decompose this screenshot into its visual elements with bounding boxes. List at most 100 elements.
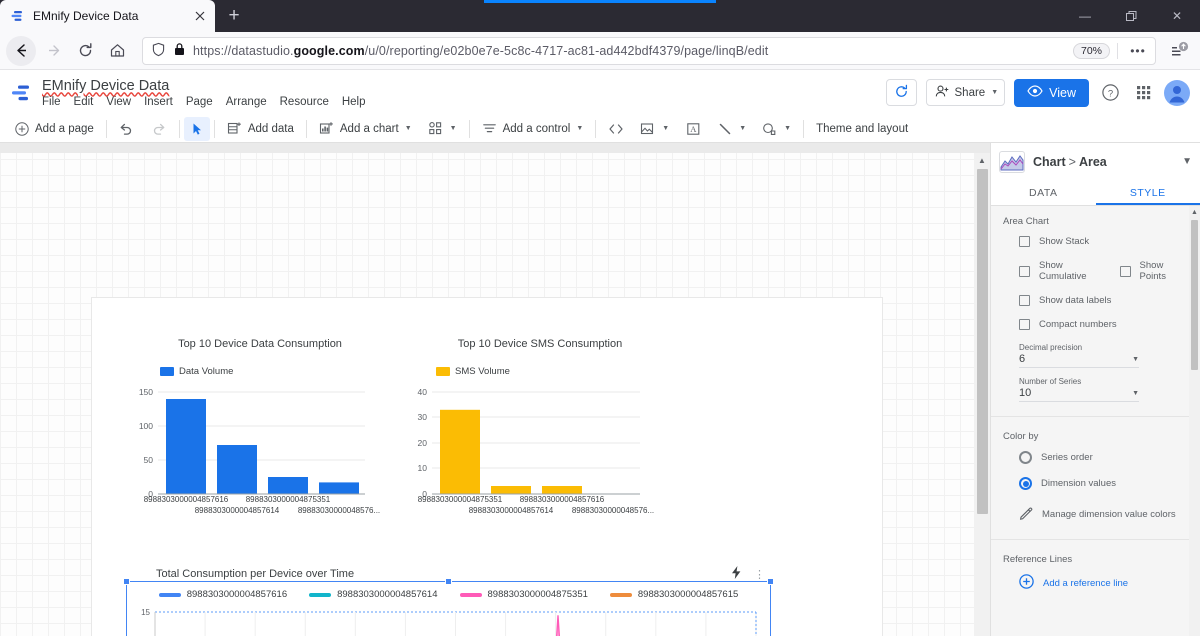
canvas-scrollbar[interactable]: ▲: [974, 153, 990, 636]
option-show-data-labels[interactable]: Show data labels: [1019, 295, 1188, 306]
field-decimal-precision[interactable]: Decimal precision 6 ▼: [1019, 343, 1139, 368]
menu-help[interactable]: Help: [342, 96, 366, 108]
properties-scroll-thumb[interactable]: [1191, 220, 1198, 370]
manage-dimension-colors-button[interactable]: Manage dimension value colors: [1019, 506, 1188, 523]
checkbox-show-stack[interactable]: [1019, 236, 1030, 247]
option-compact-numbers[interactable]: Compact numbers: [1019, 319, 1188, 330]
chevron-down-icon[interactable]: ▼: [784, 125, 791, 132]
menu-resource[interactable]: Resource: [280, 96, 329, 108]
chevron-down-icon[interactable]: ▼: [739, 125, 746, 132]
menu-page[interactable]: Page: [186, 96, 213, 108]
select-tool-button[interactable]: [183, 116, 210, 141]
chevron-down-icon[interactable]: ▼: [662, 125, 669, 132]
back-icon[interactable]: [6, 35, 36, 66]
checkbox-compact-numbers[interactable]: [1019, 319, 1030, 330]
help-icon[interactable]: ?: [1098, 81, 1122, 105]
menu-insert[interactable]: Insert: [144, 96, 173, 108]
menu-edit[interactable]: Edit: [74, 96, 94, 108]
menu-file[interactable]: File: [42, 96, 61, 108]
section-title: Area Chart: [1003, 216, 1049, 227]
chevron-down-icon[interactable]: ▼: [1132, 356, 1139, 363]
selection-box[interactable]: 8988303000004857616 8988303000004857614 …: [123, 578, 774, 636]
new-tab-button[interactable]: +: [219, 2, 249, 30]
add-chart-button[interactable]: Add a chart ▼: [311, 117, 420, 141]
maximize-icon[interactable]: [1108, 0, 1154, 32]
chevron-down-icon[interactable]: ▼: [991, 89, 998, 96]
properties-body[interactable]: Area Chart Show Stack Show Cumulative Sh…: [991, 206, 1200, 636]
chevron-down-icon[interactable]: ▼: [405, 125, 412, 132]
undo-button[interactable]: [111, 117, 143, 141]
scroll-up-icon[interactable]: ▲: [974, 153, 990, 167]
minimize-icon[interactable]: —: [1062, 0, 1108, 32]
address-bar[interactable]: https://datastudio.google.com/u/0/report…: [142, 36, 1156, 65]
apps-grid-icon[interactable]: [1131, 81, 1155, 105]
properties-scrollbar[interactable]: ▲: [1189, 206, 1200, 636]
tracking-shield-icon[interactable]: [151, 42, 166, 60]
resize-handle-n[interactable]: [444, 578, 452, 585]
add-page-button[interactable]: Add a page: [6, 117, 102, 141]
lightning-bolt-icon[interactable]: [731, 566, 742, 582]
chart-data-consumption[interactable]: Top 10 Device Data Consumption Data Volu…: [110, 338, 410, 533]
more-options-icon[interactable]: ⋮: [754, 568, 765, 581]
legend-item-3[interactable]: 8988303000004857615: [609, 589, 739, 600]
insert-image-button[interactable]: ▼: [632, 117, 677, 141]
insert-text-button[interactable]: A: [677, 117, 709, 141]
insert-shape-button[interactable]: ▼: [754, 117, 799, 141]
refresh-button[interactable]: [885, 79, 917, 106]
home-icon[interactable]: [102, 36, 132, 66]
window-close-icon[interactable]: ✕: [1154, 0, 1200, 32]
legend-item-1[interactable]: 8988303000004857614: [309, 589, 438, 600]
forward-icon[interactable]: [38, 36, 68, 66]
radio-series-order[interactable]: Series order: [1019, 451, 1188, 464]
add-control-button[interactable]: Add a control ▼: [474, 117, 592, 141]
code-brackets-icon: [608, 121, 624, 137]
chart-total-consumption[interactable]: Total Consumption per Device over Time ⋮: [123, 563, 774, 636]
checkbox-show-data-labels[interactable]: [1019, 295, 1030, 306]
radio-icon-selected[interactable]: [1019, 477, 1032, 490]
report-page[interactable]: Top 10 Device Data Consumption Data Volu…: [92, 298, 882, 636]
checkbox-show-cumulative[interactable]: [1019, 265, 1030, 277]
add-reference-line-button[interactable]: Add a reference line: [1019, 574, 1188, 592]
scroll-up-icon[interactable]: ▲: [1189, 206, 1200, 219]
menu-view[interactable]: View: [106, 96, 131, 108]
canvas-scroll-thumb[interactable]: [977, 169, 988, 514]
tab-style[interactable]: STYLE: [1096, 180, 1200, 205]
lock-icon[interactable]: [173, 42, 186, 59]
xtick-1: 8988303000004857614: [469, 506, 554, 515]
insert-line-button[interactable]: ▼: [709, 117, 754, 141]
checkbox-show-points[interactable]: [1119, 265, 1131, 277]
radio-icon[interactable]: [1019, 451, 1032, 464]
url-text[interactable]: https://datastudio.google.com/u/0/report…: [193, 44, 1066, 58]
page-actions-icon[interactable]: •••: [1125, 44, 1151, 58]
view-button[interactable]: View: [1014, 78, 1089, 107]
share-button[interactable]: Share ▼: [925, 79, 1006, 106]
browser-tab[interactable]: EMnify Device Data: [0, 0, 215, 32]
tab-data[interactable]: DATA: [991, 180, 1096, 205]
legend-label: 8988303000004857615: [637, 589, 739, 600]
report-canvas[interactable]: Top 10 Device Data Consumption Data Volu…: [0, 143, 990, 636]
resize-handle-nw[interactable]: [123, 578, 130, 585]
chevron-down-icon[interactable]: ▼: [450, 125, 457, 132]
theme-and-layout-button[interactable]: Theme and layout: [808, 117, 916, 141]
chevron-down-icon[interactable]: ▼: [1182, 156, 1192, 167]
legend-item-0[interactable]: 8988303000004857616: [158, 589, 287, 600]
add-data-button[interactable]: Add data: [219, 117, 302, 141]
embed-url-button[interactable]: [600, 117, 632, 141]
radio-dimension-values[interactable]: Dimension values: [1019, 477, 1188, 490]
chevron-down-icon[interactable]: ▼: [1132, 390, 1139, 397]
chevron-down-icon[interactable]: ▼: [576, 125, 583, 132]
community-viz-button[interactable]: ▼: [420, 117, 465, 141]
reload-icon[interactable]: [70, 36, 100, 66]
resize-handle-ne[interactable]: [767, 578, 774, 585]
avatar[interactable]: [1164, 79, 1190, 106]
zoom-level-badge[interactable]: 70%: [1072, 42, 1110, 59]
menu-arrange[interactable]: Arrange: [226, 96, 267, 108]
app-menu-icon[interactable]: [1164, 36, 1194, 66]
chart-sms-consumption[interactable]: Top 10 Device SMS Consumption SMS Volume…: [390, 338, 690, 533]
document-title[interactable]: EMnify Device Data: [42, 78, 366, 95]
legend-item-2[interactable]: 8988303000004875351: [459, 589, 588, 600]
redo-button[interactable]: [143, 117, 175, 141]
field-number-of-series[interactable]: Number of Series 10 ▼: [1019, 377, 1139, 402]
option-show-stack[interactable]: Show Stack: [1019, 236, 1188, 247]
close-icon[interactable]: [191, 7, 209, 25]
